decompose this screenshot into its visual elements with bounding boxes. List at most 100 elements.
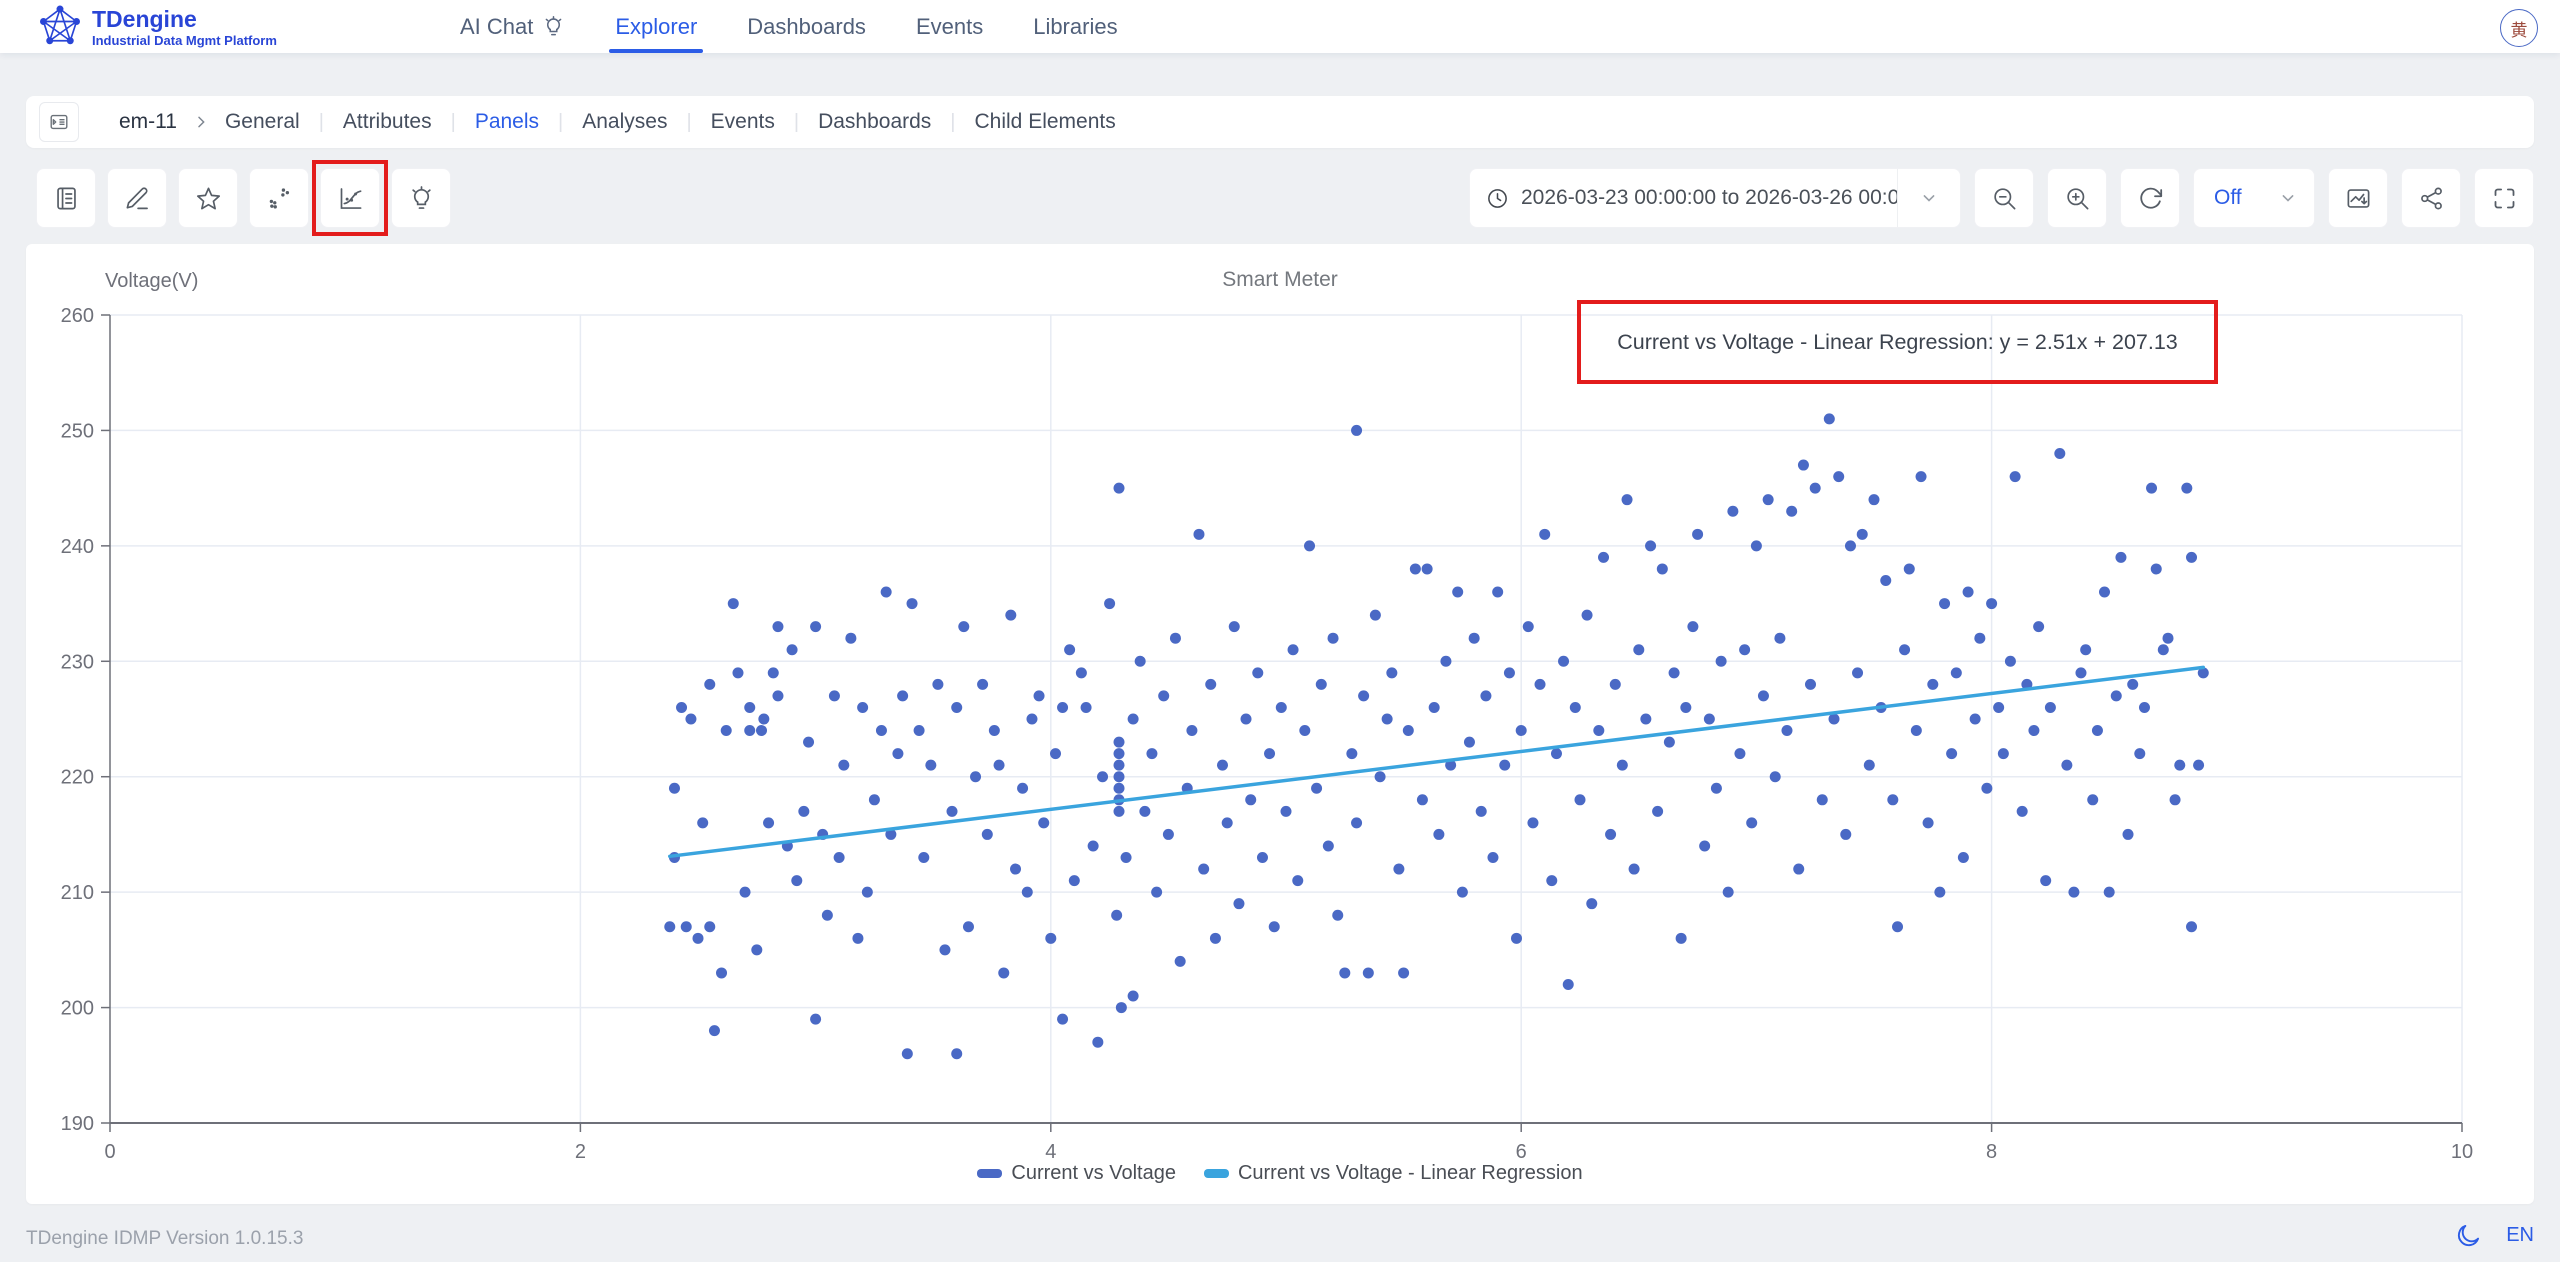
chevron-right-icon xyxy=(193,114,209,130)
legend-item-scatter[interactable]: Current vs Voltage xyxy=(977,1162,1176,1185)
share-icon xyxy=(2418,185,2445,212)
zoom-out-icon xyxy=(1991,185,2018,212)
breadcrumb-entity[interactable]: em-11 xyxy=(119,110,177,134)
scatter-icon xyxy=(266,185,293,212)
ai-insight-button[interactable] xyxy=(391,168,451,228)
edit-icon xyxy=(124,185,151,212)
time-range-value: 2026-03-23 00:00:00 to 2026-03-26 00:00: xyxy=(1521,186,1897,210)
moon-icon xyxy=(2455,1222,2482,1249)
nav-dashboards[interactable]: Dashboards xyxy=(747,0,866,53)
nav-dashboards-label: Dashboards xyxy=(747,14,866,40)
tab-child-elements[interactable]: Child Elements xyxy=(975,110,1116,134)
language-switch[interactable]: EN xyxy=(2506,1224,2534,1247)
fullscreen-button[interactable] xyxy=(2474,168,2534,228)
panel-collapse-icon xyxy=(48,111,70,133)
tab-divider: | xyxy=(319,111,324,134)
footer-right: EN xyxy=(2455,1222,2534,1249)
sidebar-toggle-button[interactable] xyxy=(39,102,79,142)
nav-libraries-label: Libraries xyxy=(1033,14,1117,40)
svg-text:220: 220 xyxy=(61,767,94,789)
edit-panel-button[interactable] xyxy=(107,168,167,228)
tdengine-logo-icon xyxy=(38,5,82,49)
tab-divider: | xyxy=(950,111,955,134)
legend-swatch-regression xyxy=(1204,1169,1229,1178)
tab-divider: | xyxy=(794,111,799,134)
tab-divider: | xyxy=(686,111,691,134)
clock-icon xyxy=(1486,187,1509,210)
favorite-button[interactable] xyxy=(178,168,238,228)
nav-explorer[interactable]: Explorer xyxy=(615,0,697,53)
chart-regression-icon xyxy=(337,185,364,212)
nav-explorer-label: Explorer xyxy=(615,14,697,40)
main-nav: AI Chat Explorer Dashboards Events Libra… xyxy=(460,0,1118,53)
svg-text:240: 240 xyxy=(61,536,94,558)
tab-analyses[interactable]: Analyses xyxy=(582,110,667,134)
svg-text:230: 230 xyxy=(61,651,94,673)
panel-toolbar-right: 2026-03-23 00:00:00 to 2026-03-26 00:00:… xyxy=(1469,168,2534,228)
chart-legend: Current vs Voltage Current vs Voltage - … xyxy=(26,1162,2534,1185)
top-header: TDengine Industrial Data Mgmt Platform A… xyxy=(0,0,2560,53)
tab-attributes[interactable]: Attributes xyxy=(343,110,432,134)
svg-text:2: 2 xyxy=(575,1141,586,1163)
tab-dashboards[interactable]: Dashboards xyxy=(818,110,931,134)
fullscreen-icon xyxy=(2491,185,2518,212)
refresh-icon xyxy=(2137,185,2164,212)
svg-text:210: 210 xyxy=(61,882,94,904)
avatar-initial: 黄 xyxy=(2511,16,2528,41)
user-avatar[interactable]: 黄 xyxy=(2500,9,2538,47)
highlight-box-regression-equation: Current vs Voltage - Linear Regression: … xyxy=(1577,300,2218,384)
notebook-icon xyxy=(53,185,80,212)
app-version: TDengine IDMP Version 1.0.15.3 xyxy=(26,1228,303,1250)
svg-text:6: 6 xyxy=(1516,1141,1527,1163)
brand-subtitle: Industrial Data Mgmt Platform xyxy=(92,34,277,48)
brand-logo[interactable]: TDengine Industrial Data Mgmt Platform xyxy=(38,5,277,49)
panel-toolbar-left xyxy=(36,168,451,228)
tab-divider: | xyxy=(451,111,456,134)
brand-name: TDengine xyxy=(92,7,277,31)
bulb-icon xyxy=(542,15,565,38)
export-image-icon xyxy=(2345,185,2372,212)
refresh-button[interactable] xyxy=(2120,168,2180,228)
export-image-button[interactable] xyxy=(2328,168,2388,228)
auto-refresh-value: Off xyxy=(2214,186,2242,210)
entity-tabs: General | Attributes | Panels | Analyses… xyxy=(225,110,1116,134)
auto-refresh-select[interactable]: Off xyxy=(2193,168,2315,228)
nav-ai-chat-label: AI Chat xyxy=(460,14,533,40)
share-button[interactable] xyxy=(2401,168,2461,228)
time-range-picker[interactable]: 2026-03-23 00:00:00 to 2026-03-26 00:00: xyxy=(1469,168,1961,228)
nav-events-label: Events xyxy=(916,14,983,40)
chevron-down-icon xyxy=(2278,188,2298,208)
svg-text:260: 260 xyxy=(61,305,94,327)
regression-analysis-button[interactable] xyxy=(320,168,380,228)
zoom-out-button[interactable] xyxy=(1974,168,2034,228)
tab-divider: | xyxy=(558,111,563,134)
zoom-in-icon xyxy=(2064,185,2091,212)
svg-text:0: 0 xyxy=(104,1141,115,1163)
svg-text:4: 4 xyxy=(1045,1141,1056,1163)
zoom-in-button[interactable] xyxy=(2047,168,2107,228)
legend-label-scatter: Current vs Voltage xyxy=(1011,1162,1176,1185)
panel-list-button[interactable] xyxy=(36,168,96,228)
time-range-caret[interactable] xyxy=(1897,169,1960,227)
nav-libraries[interactable]: Libraries xyxy=(1033,0,1117,53)
nav-events[interactable]: Events xyxy=(916,0,983,53)
tab-general[interactable]: General xyxy=(225,110,300,134)
chevron-down-icon xyxy=(1919,188,1939,208)
scatter-plot: 190 200 210 220 230 240 250 260 0 2 4 6 8 10 xyxy=(26,244,2534,1204)
svg-text:190: 190 xyxy=(61,1113,94,1135)
tab-panels[interactable]: Panels xyxy=(475,110,539,134)
panel-chart-card: Voltage(V) Smart Meter 19020021022023024… xyxy=(26,244,2534,1204)
svg-text:10: 10 xyxy=(2451,1141,2473,1163)
tab-events[interactable]: Events xyxy=(711,110,775,134)
scatter-view-button[interactable] xyxy=(249,168,309,228)
theme-toggle[interactable] xyxy=(2455,1222,2482,1249)
svg-text:8: 8 xyxy=(1986,1141,1997,1163)
nav-ai-chat[interactable]: AI Chat xyxy=(460,0,565,53)
legend-item-regression[interactable]: Current vs Voltage - Linear Regression xyxy=(1204,1162,1583,1185)
legend-label-regression: Current vs Voltage - Linear Regression xyxy=(1238,1162,1583,1185)
legend-swatch-scatter xyxy=(977,1169,1002,1178)
star-icon xyxy=(195,185,222,212)
breadcrumb-bar: em-11 General | Attributes | Panels | An… xyxy=(26,96,2534,148)
svg-text:250: 250 xyxy=(61,420,94,442)
svg-text:200: 200 xyxy=(61,998,94,1020)
